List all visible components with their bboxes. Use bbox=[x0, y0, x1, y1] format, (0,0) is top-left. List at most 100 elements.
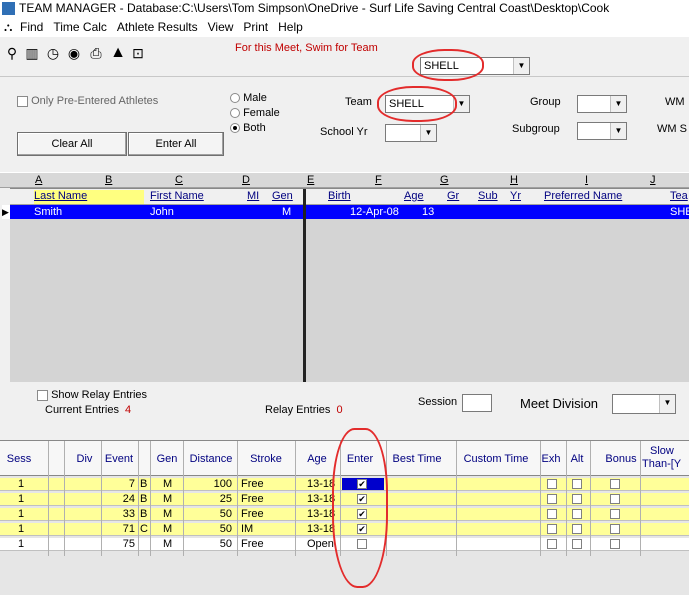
cell-sess[interactable]: 1 bbox=[18, 508, 24, 521]
enter-checkbox[interactable]: ✔ bbox=[357, 494, 367, 504]
cell-distance[interactable]: 100 bbox=[186, 478, 232, 491]
column-letter[interactable]: B bbox=[105, 174, 112, 186]
alt-checkbox[interactable] bbox=[572, 509, 582, 519]
exh-checkbox[interactable] bbox=[547, 479, 557, 489]
group-select[interactable]: ▼ bbox=[577, 95, 627, 113]
column-letter[interactable]: E bbox=[307, 174, 314, 186]
col-preferred-name[interactable]: Preferred Name bbox=[544, 190, 622, 202]
cell-distance[interactable]: 50 bbox=[186, 508, 232, 521]
cell-distance[interactable]: 25 bbox=[186, 493, 232, 506]
cell-ab[interactable]: B bbox=[140, 508, 147, 521]
gender-radio-both[interactable]: Both bbox=[230, 122, 266, 134]
menu-help[interactable]: Help bbox=[278, 20, 303, 34]
table-row[interactable]: 1 71 C M 50 IM 13-18 ✔ bbox=[0, 523, 689, 536]
enter-checkbox[interactable]: ✔ bbox=[357, 479, 367, 489]
col-enter[interactable]: Enter bbox=[340, 453, 380, 465]
printer-icon[interactable]: ⎙ bbox=[88, 45, 104, 61]
cell-distance[interactable]: 50 bbox=[186, 538, 232, 551]
column-letter[interactable]: J bbox=[650, 174, 656, 186]
cell-age[interactable]: Open bbox=[307, 538, 334, 551]
cell-stroke[interactable]: Free bbox=[241, 538, 264, 551]
cell-event[interactable]: 75 bbox=[103, 538, 135, 551]
exh-checkbox[interactable] bbox=[547, 539, 557, 549]
col-team[interactable]: Tea bbox=[670, 190, 688, 202]
col-mi[interactable]: MI bbox=[247, 190, 259, 202]
bonus-checkbox[interactable] bbox=[610, 494, 620, 504]
cell-event[interactable]: 33 bbox=[103, 508, 135, 521]
export-icon[interactable]: ⊡ bbox=[130, 45, 146, 61]
column-letter[interactable]: H bbox=[510, 174, 518, 186]
column-letter[interactable]: I bbox=[585, 174, 588, 186]
menu-find[interactable]: Find bbox=[20, 20, 43, 34]
bonus-checkbox[interactable] bbox=[610, 539, 620, 549]
camera-icon[interactable]: ◉ bbox=[66, 45, 82, 61]
col-age[interactable]: Age bbox=[302, 453, 332, 465]
column-letter[interactable]: C bbox=[175, 174, 183, 186]
cell-gen[interactable]: M bbox=[163, 478, 172, 491]
menu-app-icon[interactable]: ⛬ bbox=[4, 17, 16, 37]
chevron-down-icon[interactable]: ▼ bbox=[453, 96, 469, 112]
menu-print[interactable]: Print bbox=[243, 20, 268, 34]
col-custom-time[interactable]: Custom Time bbox=[456, 453, 536, 465]
col-distance[interactable]: Distance bbox=[185, 453, 237, 465]
cell-age[interactable]: 13-18 bbox=[307, 523, 335, 536]
exh-checkbox[interactable] bbox=[547, 509, 557, 519]
col-exh[interactable]: Exh bbox=[540, 453, 562, 465]
bonus-checkbox[interactable] bbox=[610, 479, 620, 489]
chevron-down-icon[interactable]: ▼ bbox=[610, 123, 626, 139]
cell-gen[interactable]: M bbox=[163, 538, 172, 551]
cell-last-name[interactable]: Smith bbox=[34, 205, 62, 219]
gender-radio-male[interactable]: Male bbox=[230, 92, 267, 104]
enter-checkbox[interactable]: ✔ bbox=[357, 509, 367, 519]
meet-division-select[interactable]: ▼ bbox=[612, 394, 676, 414]
stopwatch-icon[interactable]: ◷ bbox=[45, 45, 61, 61]
cell-gen[interactable]: M bbox=[163, 493, 172, 506]
cell-birth[interactable]: 12-Apr-08 bbox=[350, 205, 399, 219]
exh-checkbox[interactable] bbox=[547, 524, 557, 534]
team-select[interactable]: SHELL ▼ bbox=[385, 95, 470, 113]
bonus-checkbox[interactable] bbox=[610, 524, 620, 534]
chevron-down-icon[interactable]: ▼ bbox=[659, 395, 675, 413]
cell-ab[interactable]: B bbox=[140, 478, 147, 491]
cell-sess[interactable]: 1 bbox=[18, 538, 24, 551]
menu-athlete-results[interactable]: Athlete Results bbox=[117, 20, 198, 34]
subgroup-select[interactable]: ▼ bbox=[577, 122, 627, 140]
cell-event[interactable]: 71 bbox=[103, 523, 135, 536]
cell-age[interactable]: 13-18 bbox=[307, 493, 335, 506]
cell-age[interactable]: 13-18 bbox=[307, 508, 335, 521]
col-event[interactable]: Event bbox=[101, 453, 137, 465]
cell-sess[interactable]: 1 bbox=[18, 523, 24, 536]
cell-distance[interactable]: 50 bbox=[186, 523, 232, 536]
alt-checkbox[interactable] bbox=[572, 494, 582, 504]
cell-gen[interactable]: M bbox=[282, 205, 291, 219]
enter-all-button[interactable]: Enter All bbox=[128, 132, 224, 156]
column-letter[interactable]: D bbox=[242, 174, 250, 186]
meet-team-select[interactable]: SHELL ▼ bbox=[420, 57, 530, 75]
col-sess[interactable]: Sess bbox=[0, 453, 38, 465]
col-yr[interactable]: Yr bbox=[510, 190, 521, 202]
grid-splitter[interactable] bbox=[303, 189, 306, 383]
cell-team[interactable]: SHEL bbox=[670, 205, 689, 219]
column-letter[interactable]: G bbox=[440, 174, 449, 186]
alt-checkbox[interactable] bbox=[572, 479, 582, 489]
cell-gen[interactable]: M bbox=[163, 508, 172, 521]
cell-gen[interactable]: M bbox=[163, 523, 172, 536]
books-icon[interactable]: ▥ bbox=[24, 45, 40, 61]
col-slow[interactable]: Slow bbox=[650, 445, 686, 457]
session-input[interactable] bbox=[462, 394, 492, 412]
col-div[interactable]: Div bbox=[72, 453, 97, 465]
enter-checkbox[interactable] bbox=[357, 539, 367, 549]
table-row[interactable]: 1 33 B M 50 Free 13-18 ✔ bbox=[0, 508, 689, 521]
alt-checkbox[interactable] bbox=[572, 524, 582, 534]
table-row[interactable]: 1 24 B M 25 Free 13-18 ✔ bbox=[0, 493, 689, 506]
col-gen[interactable]: Gen bbox=[272, 190, 293, 202]
cell-first-name[interactable]: John bbox=[150, 205, 174, 219]
show-relay-checkbox[interactable]: Show Relay Entries bbox=[37, 389, 147, 401]
column-letter[interactable]: F bbox=[375, 174, 382, 186]
cell-stroke[interactable]: Free bbox=[241, 493, 264, 506]
gender-radio-female[interactable]: Female bbox=[230, 107, 280, 119]
menu-view[interactable]: View bbox=[208, 20, 234, 34]
cell-sess[interactable]: 1 bbox=[18, 478, 24, 491]
col-gr[interactable]: Gr bbox=[447, 190, 459, 202]
exh-checkbox[interactable] bbox=[547, 494, 557, 504]
